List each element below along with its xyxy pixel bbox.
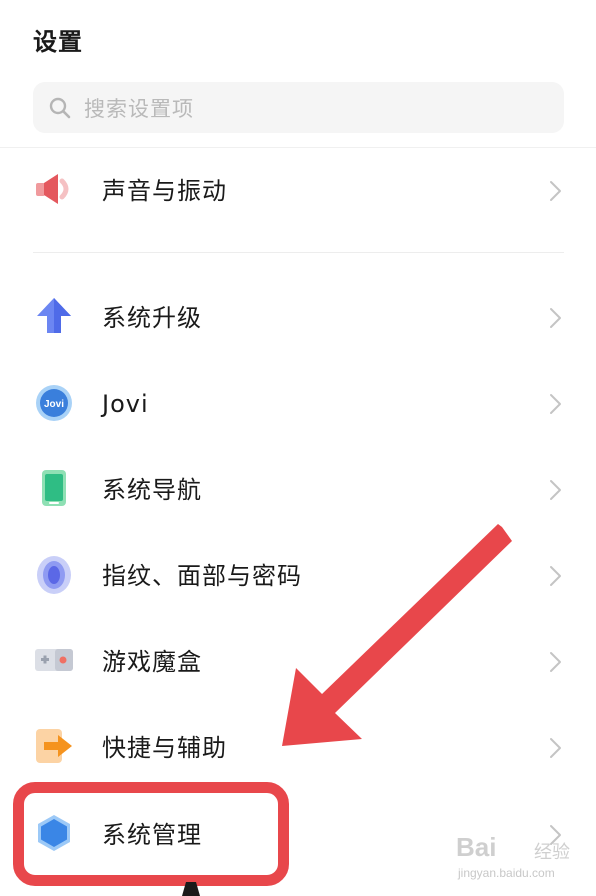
- annotation-arrow-icon: [182, 524, 512, 896]
- watermark-brand: Bai: [456, 832, 497, 862]
- watermark-brand-cn: 经验: [534, 842, 570, 863]
- watermark-url: jingyan.baidu.com: [458, 866, 555, 880]
- watermark: Bai 经验 jingyan.baidu.com: [456, 832, 586, 888]
